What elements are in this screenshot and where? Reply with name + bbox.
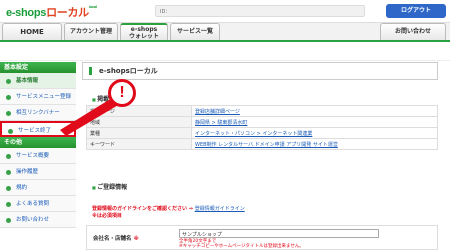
alert-icon: ! bbox=[108, 79, 136, 107]
alert-arrow bbox=[60, 98, 120, 136]
arrow-shape bbox=[60, 98, 120, 136]
